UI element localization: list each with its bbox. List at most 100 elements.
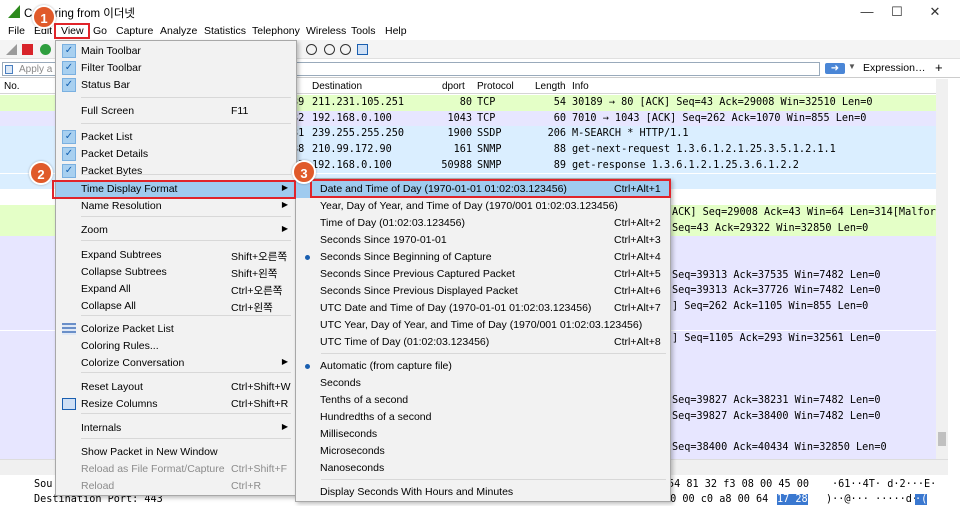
time-format-item-14[interactable]: Milliseconds xyxy=(296,426,670,443)
time-format-item-16[interactable]: Nanoseconds xyxy=(296,460,670,477)
ascii-highlight: ·( xyxy=(915,494,928,505)
column-info[interactable]: Info xyxy=(572,81,589,92)
menu-telephony[interactable]: Telephony xyxy=(252,25,300,37)
menu-item-shortcut: Ctrl+Shift+R xyxy=(231,398,289,410)
time-format-item-7[interactable]: UTC Date and Time of Day (1970-01-01 01:… xyxy=(296,300,670,317)
column-length[interactable]: Length xyxy=(535,81,566,92)
view-menu-item-expand-all[interactable]: Expand All Ctrl+오른쪽 xyxy=(56,281,296,298)
time-format-item-1[interactable]: Year, Day of Year, and Time of Day (1970… xyxy=(296,198,670,215)
cell-info: Seq=38400 Ack=40434 Win=32850 Len=0 xyxy=(672,442,887,454)
menu-item-shortcut: Ctrl+Alt+2 xyxy=(614,217,661,229)
menu-statistics[interactable]: Statistics xyxy=(204,25,246,37)
expression-button[interactable]: Expression… xyxy=(863,62,925,74)
time-format-item-2[interactable]: Time of Day (01:02:03.123456) Ctrl+Alt+2 xyxy=(296,215,670,232)
time-format-item-9[interactable]: UTC Time of Day (01:02:03.123456) Ctrl+Al… xyxy=(296,334,670,351)
menu-item-label: Zoom xyxy=(81,224,108,236)
time-format-item-10[interactable]: Automatic (from capture file) xyxy=(296,358,670,375)
menu-help[interactable]: Help xyxy=(385,25,407,37)
stop-capture-icon[interactable] xyxy=(22,44,33,55)
view-menu-item-internals[interactable]: Internals ▶ xyxy=(56,420,296,437)
checkmark-icon: ✓ xyxy=(62,61,76,75)
menu-analyze[interactable]: Analyze xyxy=(160,25,197,37)
view-menu-item-colorize-packet-list[interactable]: Colorize Packet List xyxy=(56,321,296,338)
view-menu-item-expand-subtrees[interactable]: Expand Subtrees Shift+오른쪽 xyxy=(56,247,296,264)
scrollbar-thumb[interactable] xyxy=(938,432,946,446)
menu-go[interactable]: Go xyxy=(93,25,107,37)
menu-item-label: Seconds Since Beginning of Capture xyxy=(320,251,492,263)
view-menu-item-zoom[interactable]: Zoom ▶ xyxy=(56,222,296,239)
view-menu-item-coloring-rules[interactable]: Coloring Rules... xyxy=(56,338,296,355)
ascii-line: )··@··· ·····d· xyxy=(826,494,919,505)
time-format-item-8[interactable]: UTC Year, Day of Year, and Time of Day (… xyxy=(296,317,670,334)
menu-item-label: Microseconds xyxy=(320,445,385,457)
time-format-item-13[interactable]: Hundredths of a second xyxy=(296,409,670,426)
view-menu-item-collapse-all[interactable]: Collapse All Ctrl+왼쪽 xyxy=(56,298,296,315)
menu-file[interactable]: File xyxy=(8,25,25,37)
date-time-highlight-box xyxy=(310,179,671,198)
view-menu-item-packet-list[interactable]: ✓ Packet List xyxy=(56,129,296,146)
radio-selected-icon xyxy=(305,364,310,369)
start-capture-icon[interactable] xyxy=(6,44,17,55)
menu-item-shortcut: Ctrl+Alt+6 xyxy=(614,285,661,297)
time-format-item-5[interactable]: Seconds Since Previous Captured Packet Ct… xyxy=(296,266,670,283)
maximize-button[interactable]: ☐ xyxy=(882,2,912,22)
time-format-item-6[interactable]: Seconds Since Previous Displayed Packet C… xyxy=(296,283,670,300)
time-format-item-17[interactable]: Display Seconds With Hours and Minutes xyxy=(296,484,670,501)
vertical-scrollbar[interactable] xyxy=(936,79,948,459)
restart-capture-icon[interactable] xyxy=(40,44,51,55)
cell-info: ACK] Seq=29008 Ack=43 Win=64 Len=314[Mal… xyxy=(672,206,936,218)
time-format-item-4[interactable]: Seconds Since Beginning of Capture Ctrl+A… xyxy=(296,249,670,266)
time-format-item-15[interactable]: Microseconds xyxy=(296,443,670,460)
minimize-button[interactable]: — xyxy=(852,2,882,22)
cell-destination: 192.168.0.100 xyxy=(312,112,392,124)
view-menu-item-filter-toolbar[interactable]: ✓ Filter Toolbar xyxy=(56,60,296,77)
close-button[interactable]: ✕ xyxy=(920,2,950,22)
time-format-item-12[interactable]: Tenths of a second xyxy=(296,392,670,409)
menu-separator xyxy=(81,438,291,439)
menu-item-label: Colorize Conversation xyxy=(81,357,185,369)
view-menu-item-status-bar[interactable]: ✓ Status Bar xyxy=(56,77,296,94)
time-format-item-11[interactable]: Seconds xyxy=(296,375,670,392)
bookmark-icon[interactable] xyxy=(5,65,13,74)
zoom-out-icon[interactable] xyxy=(324,44,335,55)
view-menu-item-main-toolbar[interactable]: ✓ Main Toolbar xyxy=(56,43,296,60)
menu-item-label: Resize Columns xyxy=(81,398,158,410)
view-menu-item-show-packet-in-new-window[interactable]: Show Packet in New Window xyxy=(56,444,296,461)
column-no[interactable]: No. xyxy=(4,81,20,92)
menu-item-label: Filter Toolbar xyxy=(81,62,142,74)
view-menu-item-reload[interactable]: Reload Ctrl+R xyxy=(56,478,296,495)
column-dport[interactable]: dport xyxy=(442,81,465,92)
radio-selected-icon xyxy=(305,255,310,260)
view-menu-item-colorize-conversation[interactable]: Colorize Conversation ▶ xyxy=(56,355,296,372)
zoom-in-icon[interactable] xyxy=(306,44,317,55)
packet-bytes-pane[interactable]: 54 81 32 f3 08 00 45 00 ·61··4T· d·2···E… xyxy=(660,476,960,506)
menu-separator xyxy=(81,413,291,414)
submenu-arrow-icon: ▶ xyxy=(281,200,288,209)
resize-columns-icon[interactable] xyxy=(357,44,368,55)
menu-wireless[interactable]: Wireless xyxy=(306,25,346,37)
column-protocol[interactable]: Protocol xyxy=(477,81,514,92)
apply-filter-button[interactable]: ➜ xyxy=(825,63,845,74)
cell-info: ] Seq=262 Ack=1105 Win=855 Len=0 xyxy=(672,301,869,313)
cell-length: 60 xyxy=(553,112,566,124)
view-menu-item-reset-layout[interactable]: Reset Layout Ctrl+Shift+W xyxy=(56,379,296,396)
detail-line[interactable]: Sou xyxy=(34,479,52,490)
view-menu-item-packet-bytes[interactable]: ✓ Packet Bytes xyxy=(56,163,296,180)
menu-capture[interactable]: Capture xyxy=(116,25,153,37)
time-format-item-3[interactable]: Seconds Since 1970-01-01 Ctrl+Alt+3 xyxy=(296,232,670,249)
menu-item-label: Seconds Since Previous Displayed Packet xyxy=(320,285,518,297)
view-menu-item-name-resolution[interactable]: Name Resolution ▶ xyxy=(56,198,296,215)
zoom-normal-icon[interactable] xyxy=(340,44,351,55)
view-menu-item-reload-as-file-format-capture[interactable]: Reload as File Format/Capture Ctrl+Shift+… xyxy=(56,461,296,478)
column-destination[interactable]: Destination xyxy=(312,81,362,92)
menu-tools[interactable]: Tools xyxy=(351,25,376,37)
view-menu-item-full-screen[interactable]: Full Screen F11 xyxy=(56,103,296,120)
view-menu-item-collapse-subtrees[interactable]: Collapse Subtrees Shift+왼쪽 xyxy=(56,264,296,281)
chevron-down-icon[interactable]: ▼ xyxy=(848,62,856,71)
add-filter-button[interactable]: + xyxy=(935,60,943,75)
menu-item-shortcut: F11 xyxy=(231,105,249,117)
view-menu-item-resize-columns[interactable]: Resize Columns Ctrl+Shift+R xyxy=(56,396,296,413)
menu-item-shortcut: Ctrl+Alt+4 xyxy=(614,251,661,263)
menu-item-label: Internals xyxy=(81,422,122,434)
view-menu-item-packet-details[interactable]: ✓ Packet Details xyxy=(56,146,296,163)
